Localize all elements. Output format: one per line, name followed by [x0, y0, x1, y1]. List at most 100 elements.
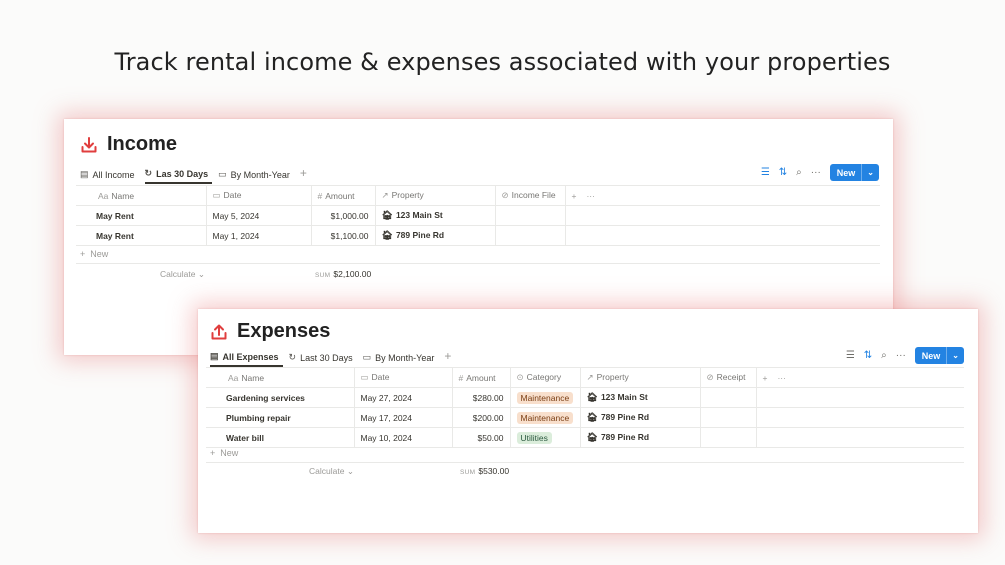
new-row-button[interactable]: + New: [206, 444, 964, 463]
cell-name[interactable]: Gardening services: [206, 387, 355, 408]
column-header-date[interactable]: ▭ Date: [206, 185, 312, 206]
table-row[interactable]: May Rent May 1, 2024 $1,100.00 🏠︎ 789 Pin…: [76, 225, 880, 246]
column-header-property[interactable]: ↗ Property: [580, 367, 701, 388]
plus-icon: +: [210, 448, 216, 458]
income-title-text: Income: [107, 133, 178, 155]
chevron-down-icon[interactable]: ⌄: [946, 347, 964, 364]
cell-name[interactable]: May Rent: [76, 205, 207, 226]
column-header-date[interactable]: ▭ Date: [354, 367, 453, 388]
cell-empty: [756, 387, 964, 408]
plus-icon[interactable]: +: [763, 373, 768, 383]
category-tag: Maintenance: [516, 411, 574, 424]
tab-by-month-year[interactable]: ▭ By Month-Year: [218, 169, 294, 184]
cell-category[interactable]: Maintenance: [510, 387, 581, 408]
table-row[interactable]: Gardening services May 27, 2024 $280.00 …: [206, 387, 964, 408]
house-icon: 🏠︎: [381, 230, 393, 240]
expenses-view-tabs: ▤ All Expenses ↻ Last 30 Days ▭ By Month…: [210, 347, 461, 367]
column-header-property[interactable]: ↗ Property: [375, 185, 496, 206]
amount-sum[interactable]: SUM $2,100.00: [315, 269, 371, 279]
cell-income-file[interactable]: [495, 205, 566, 226]
more-icon[interactable]: ···: [811, 167, 821, 178]
sort-icon[interactable]: ⇅: [864, 350, 872, 361]
column-header-category[interactable]: ⊙ Category: [510, 367, 581, 388]
category-tag: Utilities: [516, 431, 552, 444]
expenses-title-text: Expenses: [237, 320, 331, 342]
category-tag: Maintenance: [516, 391, 574, 404]
cell-property[interactable]: 🏠︎ 789 Pine Rd: [375, 225, 496, 246]
cell-amount[interactable]: $1,100.00: [311, 225, 376, 246]
more-icon[interactable]: ···: [896, 350, 906, 361]
table-header-row: Aa Name ▭ Date # Amount ⊙ Category ↗ Property…: [206, 367, 964, 388]
column-header-amount[interactable]: # Amount: [311, 185, 376, 206]
expenses-database-panel: Expenses ▤ All Expenses ↻ Last 30 Days ▭…: [198, 309, 978, 533]
calculate-dropdown[interactable]: Calculate ⌄: [160, 269, 205, 280]
cell-date[interactable]: May 17, 2024: [354, 407, 453, 428]
calculate-dropdown[interactable]: Calculate ⌄: [309, 466, 354, 477]
amount-sum[interactable]: SUM $530.00: [460, 466, 509, 476]
cell-name[interactable]: May Rent: [76, 225, 207, 246]
chevron-down-icon[interactable]: ⌄: [861, 164, 879, 181]
cell-amount[interactable]: $280.00: [452, 387, 511, 408]
new-button[interactable]: New ⌄: [829, 164, 879, 181]
filter-icon[interactable]: ☰: [846, 350, 855, 361]
chevron-down-icon: ⌄: [197, 269, 205, 279]
tab-all-expenses[interactable]: ▤ All Expenses: [210, 351, 283, 367]
sort-icon[interactable]: ⇅: [779, 167, 787, 178]
new-row-button[interactable]: + New: [76, 245, 880, 264]
add-view-button[interactable]: +: [300, 166, 311, 184]
cell-empty: [565, 205, 880, 226]
table-icon: ▤: [210, 351, 219, 361]
tab-by-month-year[interactable]: ▭ By Month-Year: [363, 352, 439, 367]
filter-icon[interactable]: ☰: [761, 167, 770, 178]
cell-date[interactable]: May 1, 2024: [206, 225, 312, 246]
select-icon: ⊙: [516, 372, 524, 382]
search-icon[interactable]: ⌕: [881, 350, 887, 361]
cell-receipt[interactable]: [700, 407, 757, 428]
column-header-receipt[interactable]: ⊘ Receipt: [700, 367, 757, 388]
tab-last-30-days[interactable]: ↻ Las 30 Days: [144, 168, 213, 184]
more-icon[interactable]: ···: [586, 191, 595, 201]
search-icon[interactable]: ⌕: [796, 167, 802, 178]
cell-property[interactable]: 🏠︎ 789 Pine Rd: [580, 407, 701, 428]
calendar-icon: ▭: [218, 169, 227, 179]
cell-category[interactable]: Maintenance: [510, 407, 581, 428]
column-header-name[interactable]: Aa Name: [206, 367, 355, 388]
cell-name[interactable]: Plumbing repair: [206, 407, 355, 428]
plus-icon: +: [299, 166, 307, 180]
new-button[interactable]: New ⌄: [914, 347, 964, 364]
more-icon[interactable]: ···: [777, 373, 786, 383]
income-toolbar: ☰ ⇅ ⌕ ··· New ⌄: [761, 164, 879, 181]
download-icon: [81, 136, 97, 152]
tab-last-30-days[interactable]: ↻ Last 30 Days: [289, 352, 357, 367]
upload-icon: [211, 324, 227, 339]
column-header-amount[interactable]: # Amount: [452, 367, 511, 388]
add-column-header[interactable]: + ···: [756, 367, 964, 388]
add-column-header[interactable]: + ···: [565, 185, 880, 206]
paperclip-icon: ⊘: [706, 372, 714, 382]
cell-date[interactable]: May 5, 2024: [206, 205, 312, 226]
table-row[interactable]: May Rent May 5, 2024 $1,000.00 🏠︎ 123 Mai…: [76, 205, 880, 226]
cell-property[interactable]: 🏠︎ 123 Main St: [375, 205, 496, 226]
cell-receipt[interactable]: [700, 387, 757, 408]
plus-icon[interactable]: +: [572, 191, 577, 201]
relation-arrow-icon: ↗: [586, 372, 594, 382]
chevron-down-icon: ⌄: [346, 466, 354, 476]
cell-property[interactable]: 🏠︎ 123 Main St: [580, 387, 701, 408]
column-header-name[interactable]: Aa Name: [76, 185, 207, 206]
cell-income-file[interactable]: [495, 225, 566, 246]
calendar-icon: ▭: [360, 372, 369, 382]
table-row[interactable]: Plumbing repair May 17, 2024 $200.00 Mai…: [206, 407, 964, 428]
add-view-button[interactable]: +: [444, 349, 455, 367]
expenses-toolbar: ☰ ⇅ ⌕ ··· New ⌄: [846, 347, 964, 364]
tab-all-income[interactable]: ▤ All Income: [80, 169, 139, 184]
cell-amount[interactable]: $200.00: [452, 407, 511, 428]
text-icon: Aa: [228, 372, 239, 383]
table-icon: ▤: [80, 169, 89, 179]
column-header-income-file[interactable]: ⊘ Income File: [495, 185, 566, 206]
cell-date[interactable]: May 27, 2024: [354, 387, 453, 408]
rotate-icon: ↻: [288, 352, 297, 362]
house-icon: 🏠︎: [586, 392, 598, 402]
cell-amount[interactable]: $1,000.00: [311, 205, 376, 226]
table-header-row: Aa Name ▭ Date # Amount ↗ Property ⊘ Income F…: [76, 185, 880, 206]
income-view-tabs: ▤ All Income ↻ Las 30 Days ▭ By Month-Ye…: [80, 164, 317, 184]
